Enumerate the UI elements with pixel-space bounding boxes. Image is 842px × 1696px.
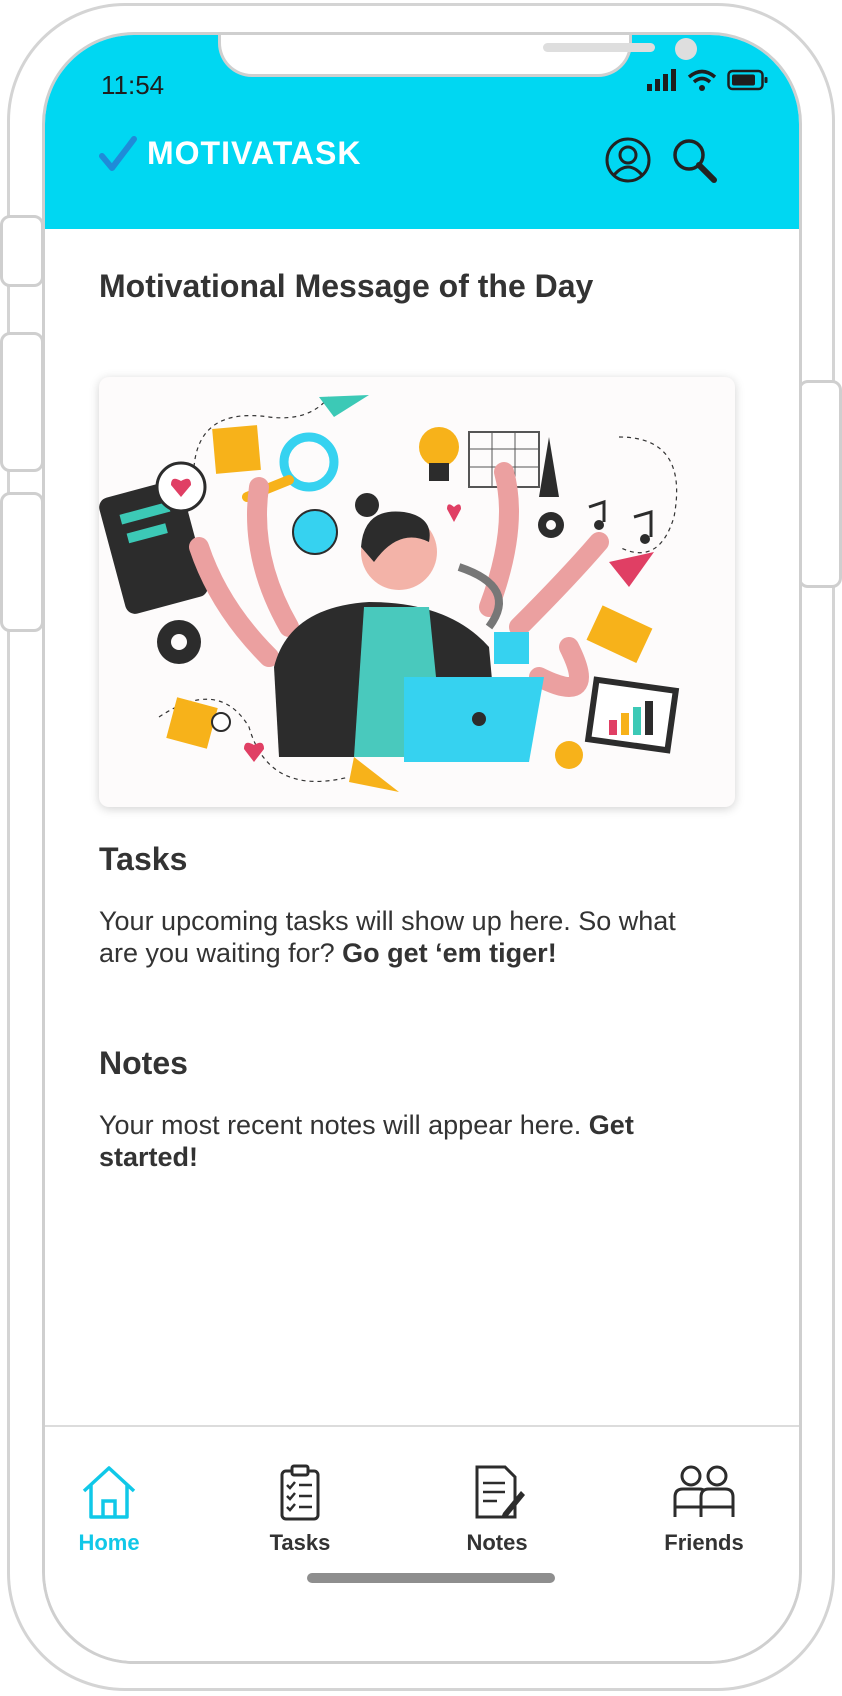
notes-message-text: Your most recent notes will appear here. (99, 1110, 582, 1140)
tasks-message-emphasis: Go get ‘em tiger! (342, 938, 557, 968)
wifi-icon (687, 69, 717, 91)
motivational-illustration (99, 377, 735, 807)
multitasking-woman-illustration (99, 395, 680, 792)
friends-icon (673, 1465, 735, 1517)
camera (675, 38, 697, 60)
motd-title: Motivational Message of the Day (99, 268, 594, 304)
home-indicator (307, 1573, 555, 1583)
notch (218, 35, 697, 77)
notes-message: Your most recent notes will appear here.… (99, 1109, 719, 1173)
signal-icon (647, 69, 676, 91)
status-icons (647, 69, 769, 91)
tab-tasks[interactable]: Tasks (235, 1463, 365, 1556)
tab-tasks-label: Tasks (269, 1530, 331, 1555)
side-button-mute (0, 215, 44, 287)
tab-home[interactable]: Home (45, 1463, 174, 1556)
brand[interactable]: MOTIVATASK (99, 135, 361, 172)
brand-name: MOTIVATASK (147, 135, 362, 171)
notes-title: Notes (99, 1045, 188, 1081)
home-icon (82, 1466, 136, 1519)
side-button-volume-up (0, 332, 44, 472)
tasks-message: Your upcoming tasks will show up here. S… (99, 905, 719, 969)
tab-friends[interactable]: Friends (639, 1463, 769, 1556)
tasks-title: Tasks (99, 841, 188, 877)
tab-notes[interactable]: Notes (432, 1463, 562, 1556)
app-header: 11:54 MOTIVATASK (45, 35, 799, 229)
clipboard-checklist-icon (280, 1464, 320, 1521)
search-icon[interactable] (669, 135, 719, 185)
speaker (543, 43, 655, 52)
tab-friends-label: Friends (664, 1530, 744, 1555)
user-circle-icon[interactable] (603, 135, 653, 185)
battery-icon (727, 69, 768, 91)
bottom-tab-bar: Home Tasks Notes Friends (45, 1425, 799, 1661)
tab-home-label: Home (78, 1530, 140, 1555)
note-pencil-icon (475, 1465, 525, 1519)
tab-notes-label: Notes (466, 1530, 528, 1555)
status-time: 11:54 (101, 70, 165, 100)
side-button-volume-down (0, 492, 44, 632)
checkmark-icon (99, 135, 137, 171)
side-button-power (798, 380, 842, 588)
phone-screen: 11:54 MOTIVATASK Motivational Message of… (42, 32, 802, 1664)
